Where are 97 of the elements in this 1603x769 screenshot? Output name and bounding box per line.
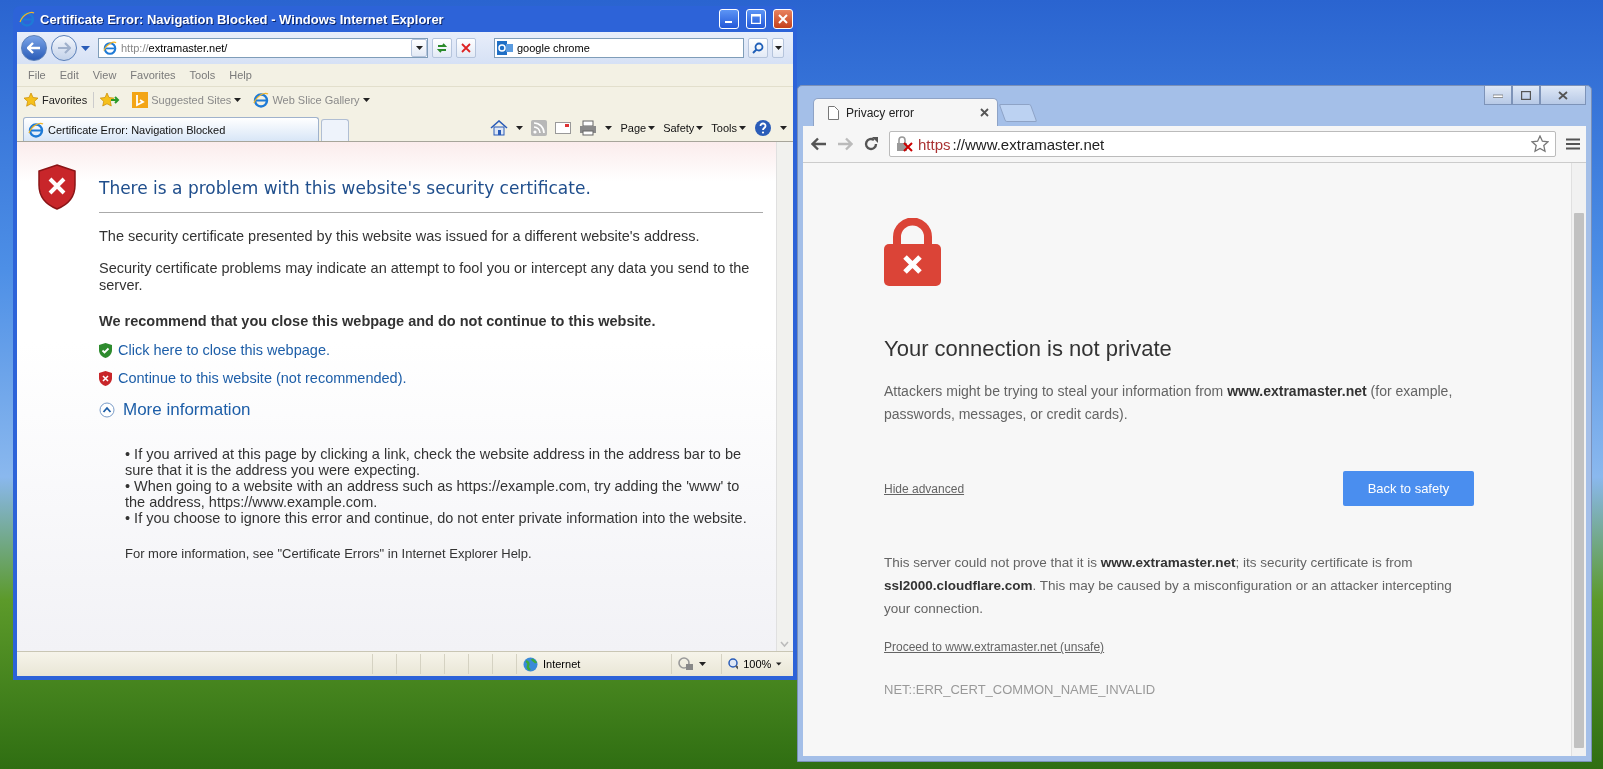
close-icon — [461, 43, 471, 53]
command-menu[interactable]: Page — [620, 122, 656, 134]
minimize-icon — [1493, 92, 1503, 98]
broken-lock-icon — [896, 136, 916, 152]
b-logo-icon — [132, 92, 149, 108]
shield-error-icon — [99, 370, 112, 386]
page-link[interactable]: Continue to this website (not recommended). — [118, 370, 407, 386]
close-icon[interactable] — [980, 108, 989, 117]
back-button[interactable] — [21, 35, 47, 61]
zone-indicator: Internet — [516, 654, 671, 674]
mail-icon[interactable] — [555, 122, 572, 134]
menu-icon[interactable] — [1566, 138, 1580, 150]
shield-check-icon — [99, 342, 112, 358]
globe-icon — [523, 656, 538, 672]
star-arrow-icon[interactable] — [100, 92, 121, 108]
menu-item[interactable]: Tools — [182, 69, 223, 81]
back-icon[interactable] — [811, 137, 827, 151]
maximize-icon — [751, 14, 761, 24]
page-link[interactable]: Click here to close this webpage. — [118, 342, 330, 358]
address-field[interactable]: http://extramaster.net/ — [98, 38, 428, 58]
search-button[interactable] — [748, 38, 768, 58]
menu-item[interactable]: File — [21, 69, 53, 81]
caret-icon — [780, 126, 787, 130]
bullet-text: • When going to a website with an address such as https://example.com, try adding the 'www' to the address, https://www.example.com. — [125, 478, 741, 510]
e-logo-icon — [19, 11, 35, 27]
close-button[interactable] — [1540, 86, 1586, 105]
error-heading: There is a problem with this website's security certificate. — [99, 164, 763, 213]
caret-icon — [516, 126, 524, 130]
paragraph: This server could not prove that it is www.extramaster.net; its security certificate is from ssl2000.cloudflare.com. This may be caused by a misconfiguration or an attacker intercepting your connection. — [884, 554, 1453, 618]
close-icon — [778, 14, 788, 24]
bullet-text: • If you arrived at this page by clicking a link, check the website address in the address bar to be sure that it is the address you were expecting. — [125, 446, 743, 478]
restore-button[interactable] — [1512, 86, 1540, 105]
error-code: NET::ERR_CERT_COMMON_NAME_INVALID — [884, 682, 1157, 697]
dropdown-button[interactable] — [772, 38, 784, 58]
refresh-button[interactable] — [432, 38, 452, 58]
caret-icon — [699, 662, 706, 666]
menu-item[interactable]: Help — [222, 69, 259, 81]
home-icon[interactable] — [490, 120, 509, 136]
forward-button[interactable] — [51, 35, 77, 61]
close-icon — [1558, 90, 1568, 100]
more-information-link[interactable]: More information — [123, 400, 251, 420]
dropdown-button[interactable] — [411, 39, 427, 57]
menu-item[interactable]: Favorites — [123, 69, 183, 81]
caret-icon[interactable] — [81, 45, 90, 51]
e-logo-icon — [28, 121, 44, 138]
browser-tab[interactable]: Privacy error — [813, 98, 998, 126]
shield-error-icon — [37, 164, 77, 210]
back-arrow-icon — [27, 42, 41, 54]
e-logo-icon — [253, 92, 270, 108]
scrollbar[interactable] — [776, 142, 793, 651]
zoom-icon — [728, 657, 739, 671]
search-icon — [752, 42, 764, 54]
printer-icon[interactable] — [579, 120, 598, 136]
caret-icon — [774, 46, 782, 50]
menu-item[interactable]: View — [85, 69, 124, 81]
caret-icon — [648, 126, 656, 130]
paragraph: Security certificate problems may indicate an attempt to fool you or intercept any data you send to the server. — [99, 260, 751, 294]
zoom-button[interactable]: 100% — [721, 654, 793, 674]
star-icon — [23, 92, 39, 108]
command-menu[interactable]: Tools — [711, 122, 746, 134]
caret-icon — [415, 46, 423, 50]
paragraph: Attackers might be trying to steal your information from www.extramaster.net (for example, passwords, messages, or credit cards). — [884, 382, 1454, 424]
help-note: For more information, see "Certificate Errors" in Internet Explorer Help. — [125, 546, 533, 561]
command-menu[interactable]: Safety — [663, 122, 704, 134]
proceed-link[interactable]: Proceed to www.extramaster.net (unsafe) — [884, 640, 1105, 654]
address-field[interactable]: https://www.extramaster.net — [889, 131, 1556, 157]
caret-icon — [234, 98, 242, 102]
caret-icon — [362, 98, 370, 102]
collapse-icon[interactable] — [99, 402, 115, 418]
help-icon[interactable] — [754, 119, 772, 137]
menu-item[interactable]: Edit — [52, 69, 86, 81]
caret-icon — [605, 126, 613, 130]
paragraph: The security certificate presented by this website was issued for a different website's address. — [99, 228, 701, 245]
window-title: Certificate Error: Navigation Blocked - Windows Internet Explorer — [40, 11, 445, 27]
search-field[interactable]: google chrome — [494, 38, 744, 58]
caret-icon — [776, 662, 782, 666]
bullet-text: • If you choose to ignore this error and continue, do not enter private information into the website. — [125, 510, 748, 526]
mail-logo-icon — [497, 41, 513, 55]
scrollbar[interactable] — [1571, 163, 1586, 756]
caret-icon — [739, 126, 746, 130]
browser-tab[interactable]: Certificate Error: Navigation Blocked — [23, 117, 319, 141]
caret-icon — [696, 126, 704, 130]
restore-icon — [1521, 90, 1531, 100]
star-icon[interactable] — [1531, 135, 1549, 153]
scrollbar-thumb[interactable] — [1574, 213, 1584, 748]
stop-button[interactable] — [456, 38, 476, 58]
maximize-button[interactable] — [746, 9, 766, 29]
e-logo-icon — [103, 41, 117, 55]
refresh-arrows-icon — [436, 42, 448, 54]
hide-advanced-link[interactable]: Hide advanced — [884, 481, 965, 496]
padlock-error-icon — [884, 218, 941, 286]
favorites-button[interactable]: Favorites — [23, 92, 95, 108]
forward-arrow-icon — [57, 42, 71, 54]
reload-icon[interactable] — [863, 136, 879, 152]
page-icon — [828, 105, 839, 120]
error-heading: Your connection is not private — [884, 336, 1173, 362]
recommendation-text: We recommend that you close this webpage and do not continue to this website. — [99, 313, 657, 330]
